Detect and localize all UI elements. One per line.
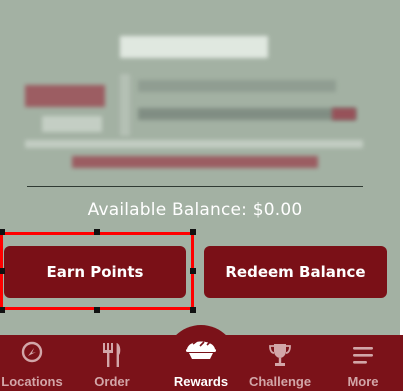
tab-rewards[interactable]: Rewards — [160, 335, 242, 391]
redeem-balance-label: Redeem Balance — [225, 263, 366, 281]
location-pin-icon — [20, 341, 44, 370]
redeem-balance-button[interactable]: Redeem Balance — [204, 246, 387, 298]
divider — [27, 186, 363, 187]
tab-label-challenge: Challenge — [248, 374, 312, 389]
blurred-info-line-2 — [138, 108, 356, 120]
tab-more[interactable]: More — [332, 335, 394, 391]
tab-label-order: Order — [94, 374, 130, 389]
blurred-info-line-1 — [138, 80, 336, 92]
tab-label-rewards: Rewards — [173, 374, 229, 389]
tab-label-more: More — [347, 374, 379, 389]
selection-handle-br — [190, 307, 196, 313]
selection-handle-bl — [0, 307, 5, 313]
blurred-title — [120, 36, 268, 58]
fork-knife-icon — [100, 341, 124, 372]
pie-icon — [183, 336, 219, 365]
selection-handle-tm — [94, 229, 100, 235]
blurred-link — [72, 156, 318, 168]
trophy-icon — [268, 341, 292, 372]
selection-handle-tr — [190, 229, 196, 235]
selection-highlight — [0, 232, 194, 310]
selection-handle-mr — [190, 268, 196, 274]
blurred-vertical-divider — [120, 74, 130, 136]
blurred-info-line-3 — [25, 140, 363, 148]
tab-locations[interactable]: Locations — [0, 335, 64, 391]
blurred-points-label — [42, 116, 102, 132]
blurred-info-accent — [332, 108, 356, 120]
tab-order[interactable]: Order — [80, 335, 144, 391]
menu-icon — [351, 345, 375, 368]
blurred-points — [25, 85, 105, 107]
bottom-tab-bar: Locations Order Rewards Challenge More — [0, 335, 403, 391]
available-balance: Available Balance: $0.00 — [87, 200, 303, 220]
tab-label-locations: Locations — [1, 374, 63, 389]
selection-handle-tl — [0, 229, 5, 235]
selection-handle-bm — [94, 307, 100, 313]
selection-handle-ml — [0, 268, 5, 274]
tab-challenge[interactable]: Challenge — [244, 335, 316, 391]
